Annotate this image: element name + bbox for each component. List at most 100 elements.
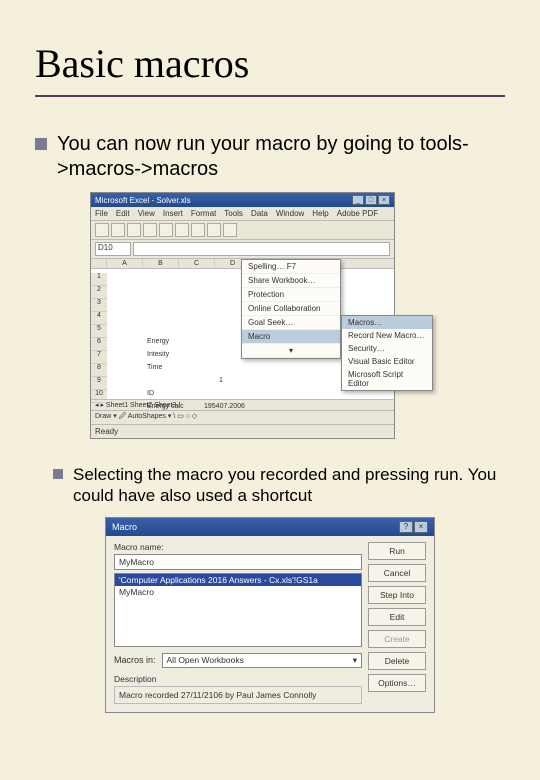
col-c[interactable]: C xyxy=(179,259,215,268)
maximize-icon[interactable]: □ xyxy=(365,195,377,205)
row-h[interactable]: 10 xyxy=(91,390,107,403)
excel-toolbar xyxy=(91,221,394,240)
close-icon[interactable]: × xyxy=(378,195,390,205)
bullet-2: Selecting the macro you recorded and pre… xyxy=(53,464,505,507)
mi-share[interactable]: Share Workbook… xyxy=(242,274,340,288)
bullet-1: You can now run your macro by going to t… xyxy=(35,132,505,182)
step-into-button[interactable]: Step Into xyxy=(368,586,426,604)
toolbar-button[interactable] xyxy=(111,223,125,237)
cell[interactable]: ID xyxy=(145,390,154,397)
excel-screenshot: Microsoft Excel - Solver.xls _ □ × File … xyxy=(90,192,395,439)
toolbar-button[interactable] xyxy=(143,223,157,237)
dialog-left: Macro name: MyMacro 'Computer Applicatio… xyxy=(114,542,362,704)
row-h[interactable]: 6 xyxy=(91,338,107,351)
toolbar-button[interactable] xyxy=(191,223,205,237)
macro-dialog: Macro ? × Macro name: MyMacro 'Computer … xyxy=(105,517,435,713)
smi-record[interactable]: Record New Macro… xyxy=(342,329,432,342)
menu-tools[interactable]: Tools xyxy=(224,209,243,218)
list-item[interactable]: 'Computer Applications 2016 Answers - Cx… xyxy=(115,574,361,586)
toolbar-button[interactable] xyxy=(175,223,189,237)
bullet-square-icon xyxy=(53,469,63,479)
macro-name-label: Macro name: xyxy=(114,542,362,552)
row-h[interactable]: 7 xyxy=(91,351,107,364)
mi-goalseek[interactable]: Goal Seek… xyxy=(242,316,340,330)
smi-macros[interactable]: Macros… xyxy=(342,316,432,329)
tools-menu-popup: Spelling… F7 Share Workbook… Protection … xyxy=(241,259,341,359)
col-b[interactable]: B xyxy=(143,259,179,268)
list-item[interactable]: MyMacro xyxy=(115,586,361,598)
create-button[interactable]: Create xyxy=(368,630,426,648)
smi-mse[interactable]: Microsoft Script Editor xyxy=(342,368,432,390)
menu-window[interactable]: Window xyxy=(276,209,304,218)
description-label: Description xyxy=(114,674,362,684)
cell[interactable]: Energy xyxy=(145,338,169,345)
toolbar-button[interactable] xyxy=(223,223,237,237)
menu-format[interactable]: Format xyxy=(191,209,216,218)
options-button[interactable]: Options… xyxy=(368,674,426,692)
edit-button[interactable]: Edit xyxy=(368,608,426,626)
slide: Basic macros You can now run your macro … xyxy=(0,0,540,758)
cell[interactable]: Energy calc xyxy=(145,403,184,410)
menu-data[interactable]: Data xyxy=(251,209,268,218)
mi-online[interactable]: Online Collaboration xyxy=(242,302,340,316)
help-icon[interactable]: ? xyxy=(399,521,413,533)
mi-spelling[interactable]: Spelling… F7 xyxy=(242,260,340,274)
row-h[interactable]: 4 xyxy=(91,312,107,325)
dialog-title: Macro xyxy=(112,522,137,532)
dialog-titlebar: Macro ? × xyxy=(106,518,434,536)
excel-title-text: Microsoft Excel - Solver.xls xyxy=(95,196,191,205)
col-a[interactable]: A xyxy=(107,259,143,268)
close-icon[interactable]: × xyxy=(414,521,428,533)
draw-toolbar[interactable]: Draw ▾ 🖉 AutoShapes ▾ \ ▭ ○ ◇ xyxy=(91,410,394,424)
cell[interactable]: Time xyxy=(145,364,162,371)
macro-list[interactable]: 'Computer Applications 2016 Answers - Cx… xyxy=(114,573,362,647)
mi-macro[interactable]: Macro xyxy=(242,330,340,344)
row-h[interactable]: 8 xyxy=(91,364,107,377)
smi-security[interactable]: Security… xyxy=(342,342,432,355)
cancel-button[interactable]: Cancel xyxy=(368,564,426,582)
minimize-icon[interactable]: _ xyxy=(352,195,364,205)
macro-name-input[interactable]: MyMacro xyxy=(114,554,362,570)
cell[interactable]: 195407.2006 xyxy=(202,403,245,410)
cell[interactable]: 1 xyxy=(217,377,223,384)
row-h[interactable]: 3 xyxy=(91,299,107,312)
menu-help[interactable]: Help xyxy=(312,209,328,218)
menu-view[interactable]: View xyxy=(138,209,155,218)
name-box[interactable]: D10 xyxy=(95,242,131,256)
bullet-2-text: Selecting the macro you recorded and pre… xyxy=(73,464,505,507)
excel-menubar: File Edit View Insert Format Tools Data … xyxy=(91,207,394,221)
dialog-body: Macro name: MyMacro 'Computer Applicatio… xyxy=(106,536,434,712)
menu-edit[interactable]: Edit xyxy=(116,209,130,218)
status-bar: Ready xyxy=(91,424,394,438)
excel-titlebar: Microsoft Excel - Solver.xls _ □ × xyxy=(91,193,394,207)
row-h[interactable]: 5 xyxy=(91,325,107,338)
mi-expand[interactable]: ▾ xyxy=(242,344,340,358)
toolbar-button[interactable] xyxy=(95,223,109,237)
row-h[interactable]: 2 xyxy=(91,286,107,299)
bullet-1-text: You can now run your macro by going to t… xyxy=(57,132,505,182)
toolbar-button[interactable] xyxy=(159,223,173,237)
mi-protection[interactable]: Protection xyxy=(242,288,340,302)
macros-in-value: All Open Workbooks xyxy=(167,655,244,666)
run-button[interactable]: Run xyxy=(368,542,426,560)
dialog-window-buttons: ? × xyxy=(399,521,428,533)
smi-vbe[interactable]: Visual Basic Editor xyxy=(342,355,432,368)
dialog-buttons: Run Cancel Step Into Edit Create Delete … xyxy=(368,542,426,704)
menu-file[interactable]: File xyxy=(95,209,108,218)
menu-insert[interactable]: Insert xyxy=(163,209,183,218)
bullet-square-icon xyxy=(35,138,47,150)
row-headers: 1 2 3 4 5 6 7 8 9 10 xyxy=(91,273,107,399)
macro-submenu: Macros… Record New Macro… Security… Visu… xyxy=(341,315,433,391)
row-h[interactable]: 1 xyxy=(91,273,107,286)
row-h[interactable]: 9 xyxy=(91,377,107,390)
formula-input[interactable] xyxy=(133,242,390,256)
macros-in-select[interactable]: All Open Workbooks ▾ xyxy=(162,653,362,668)
toolbar-button[interactable] xyxy=(127,223,141,237)
macros-in-label: Macros in: xyxy=(114,655,156,665)
toolbar-button[interactable] xyxy=(207,223,221,237)
delete-button[interactable]: Delete xyxy=(368,652,426,670)
window-buttons: _ □ × xyxy=(352,195,390,205)
menu-adobe[interactable]: Adobe PDF xyxy=(337,209,378,218)
excel-formula-bar: D10 xyxy=(91,240,394,259)
cell[interactable]: Intesity xyxy=(145,351,169,358)
